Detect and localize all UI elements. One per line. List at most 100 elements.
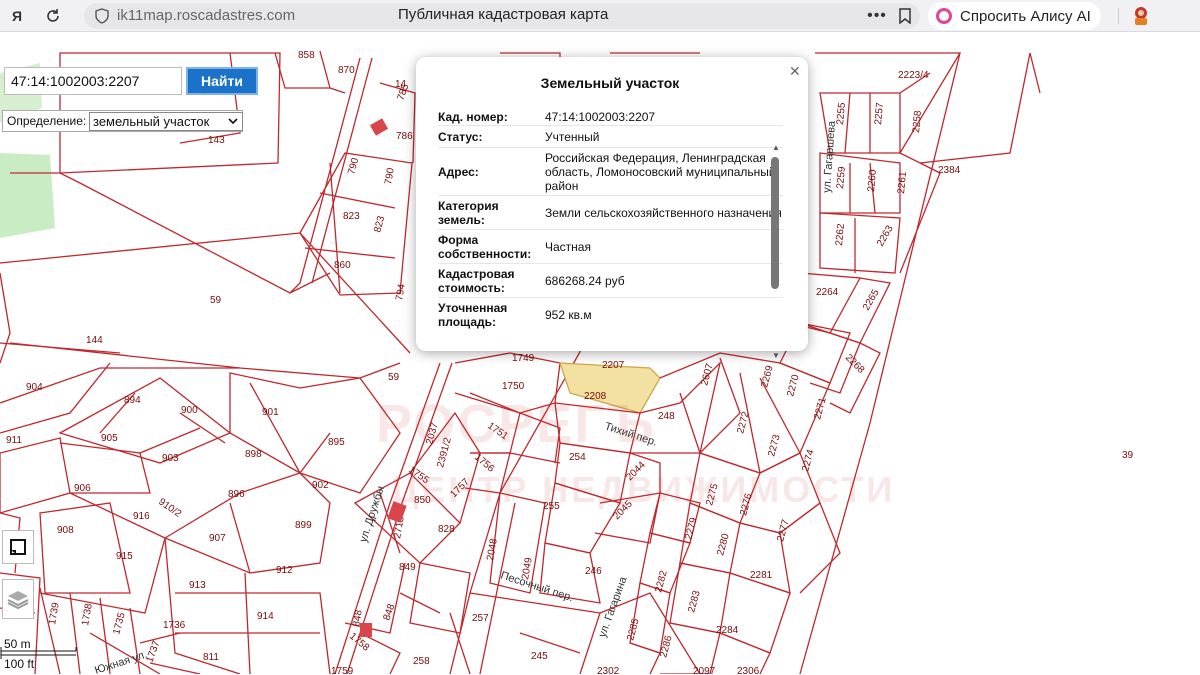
info-row: Уточненная площадь: 952 кв.м [438,298,783,332]
layers-button[interactable] [2,579,34,619]
parcel-number-label: 1759 [331,666,354,674]
parcel-number-label: 2277 [775,518,791,543]
scale-bar: 50 m 100 ft [0,635,78,675]
parcel-number-label: 2384 [938,165,961,176]
parcel-number-label: 2048 [485,537,500,561]
info-row: Категория земель: Земли сельскохозяйстве… [438,196,783,230]
bookmark-icon[interactable] [894,3,916,29]
more-icon[interactable]: ••• [866,3,888,29]
parcel-number-label: 1735 [111,611,127,636]
parcel-number-label: 248 [658,411,675,422]
parcel-number-label: 794 [394,283,408,302]
parcel-number-label: 245 [531,651,548,662]
parcel-number-label: 2306 [737,666,760,674]
parcel-number-label: 899 [295,520,312,531]
parcel-number-label: 2271 [812,396,828,421]
parcel-number-label: 2260 [866,169,879,193]
parcel-number-label: 896 [228,489,245,500]
info-row: Статус: Учтенный [438,126,783,148]
alice-button[interactable]: Спросить Алису AI [928,2,1101,30]
parcel-number-label: 790 [383,167,397,186]
measure-tool-button[interactable] [2,530,34,564]
parcel-number-label: 895 [328,437,345,448]
parcel-number-label: 790 [346,156,361,175]
parcel-number-label: 1750 [502,381,525,392]
parcel-number-label: 823 [343,211,360,222]
info-key: Статус: [438,129,483,144]
parcel-number-label: 911 [6,435,22,446]
parcel-number-label: 2264 [816,287,839,298]
parcel-number-label: 2279 [683,516,699,541]
parcel-number-label: 258 [413,656,430,667]
watermark-subtitle: ЦЕНТР НЕДВИЖИМОСТИ [392,469,896,510]
street-label: ул. Дружбы [357,484,387,543]
street-label: Южная ул. [93,649,148,674]
info-value: 686268.24 руб [545,273,625,288]
definition-box: Определение: земельный участок [2,110,243,132]
parcel-number-label: 914 [257,611,274,622]
parcel-number-label: 2270 [785,373,801,398]
parcel-number-label: 2285 [625,617,641,642]
browser-toolbar: Я ik11map.roscadastres.com Публичная кад… [0,0,1200,32]
parcel-number-label: 894 [124,395,141,406]
street-label: ул. Гагарина [597,574,630,639]
parcel-number-label: 910/2 [156,496,183,520]
parcel-info-table: Кад. номер: 47:14:1002003:2207 Статус: У… [438,108,783,332]
parcel-number-label: 849 [399,562,416,573]
parcel-number-label: 2302 [597,666,620,674]
scroll-up-icon[interactable]: ▲ [772,143,780,152]
parcel-number-label: 2268 [843,352,867,376]
parcel-number-label: 246 [585,566,602,577]
cadastral-map[interactable]: 858 870 14 785 786 143 790 790 823 823 860 794 59 144… [0,33,1200,674]
url-text[interactable]: ik11map.roscadastres.com [117,7,295,24]
info-key: Форма собственности: [438,232,532,261]
parcel-number-label: 906 [74,483,91,494]
parcel-number-label: 2223/4 [898,70,929,81]
parcel-number-label: 908 [57,525,74,536]
parcel-number-label: 811 [203,652,219,663]
parcel-number-label: 913 [189,580,206,591]
scroll-down-icon[interactable]: ▼ [772,351,780,360]
parcel-number-label: 2263 [875,223,896,248]
alice-icon [936,8,952,24]
definition-select[interactable]: земельный участок [89,112,243,131]
popup-scrollbar[interactable] [771,157,779,289]
info-row: Форма собственности: Частная [438,230,783,264]
page-title: Публичная кадастровая карта [398,6,609,23]
parcel-number-label: 2258 [911,110,924,134]
parcel-number-label: 828 [438,524,455,535]
info-value: Учтенный [545,129,600,144]
parcel-number-label: 2257 [873,102,886,126]
profile-avatar-icon[interactable] [1130,5,1152,27]
parcel-number-label: 2280 [715,532,731,557]
info-key: Адрес: [438,164,479,179]
shield-icon[interactable] [92,3,112,29]
info-value: Частная [545,239,591,254]
close-icon[interactable]: ✕ [789,63,801,80]
info-key: Уточненная площадь: [438,301,508,329]
parcel-number-label: 144 [86,335,103,346]
info-row: Кадастровая стоимость: 686268.24 руб [438,264,783,298]
parcel-number-label: 257 [472,613,489,624]
scale-imperial-label: 100 ft [4,657,35,671]
parcel-number-label: 823 [372,214,387,233]
info-key: Кадастровая стоимость: [438,266,515,295]
reload-icon[interactable] [40,3,66,29]
parcel-number-label: 2097 [693,666,716,674]
parcel-number-label: 860 [334,260,351,271]
parcel-number-label: 39 [1122,450,1134,461]
info-value: 952 кв.м [545,308,592,322]
info-value: 47:14:1002003:2207 [545,109,656,124]
alice-label: Спросить Алису AI [960,7,1091,25]
yandex-logo[interactable]: Я [4,3,30,29]
chevron-down-icon [228,118,238,125]
parcel-number-label: 59 [388,372,400,383]
parcel-number-label: 2207 [602,360,625,371]
parcel-number-label: 59 [210,295,222,306]
find-button[interactable]: Найти [186,67,258,95]
parcel-number-label: 903 [162,453,179,464]
cadastral-search-input[interactable] [4,67,182,95]
parcel-number-label: 2273 [766,433,782,458]
parcel-number-label: 916 [133,511,150,522]
info-value: Земли сельскохозяйственного назначения [545,205,782,220]
